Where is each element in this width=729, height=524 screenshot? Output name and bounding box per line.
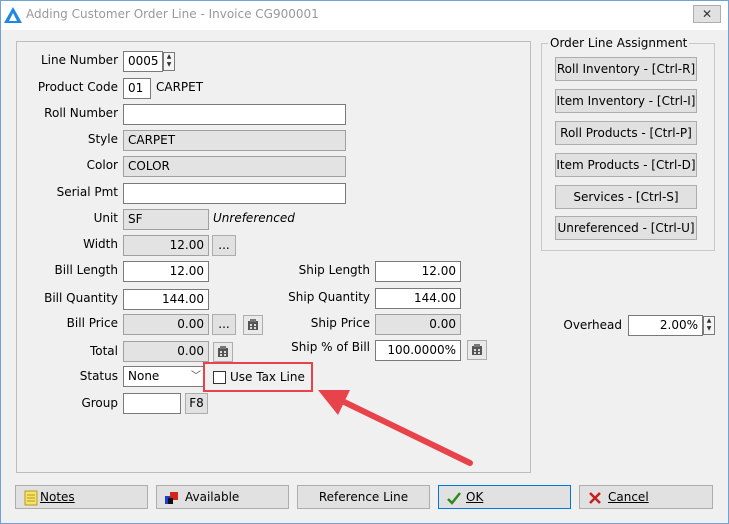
group-f8-button[interactable]: F8 [185, 393, 208, 414]
roll-number-label: Roll Number [44, 106, 118, 120]
ok-button-label: OK [466, 490, 484, 504]
ship-pct-of-bill-label: Ship % of Bill [291, 340, 370, 354]
item-products-button[interactable]: Item Products - [Ctrl-D] [555, 153, 697, 177]
notes-button[interactable]: Notes [15, 485, 148, 509]
unit-note: Unreferenced [213, 211, 295, 225]
width-lookup-button[interactable]: ... [212, 235, 236, 256]
annotation-arrow [318, 390, 473, 466]
available-button[interactable]: Available [156, 485, 289, 509]
app-logo-icon [4, 7, 22, 23]
color-label: Color [86, 158, 118, 172]
unit-field: SF [123, 209, 209, 230]
product-code-label: Product Code [37, 80, 118, 94]
ship-pct-calculator-icon[interactable] [467, 340, 487, 360]
line-number-spinner[interactable]: ▲ ▼ [163, 52, 175, 71]
overhead-field[interactable]: 2.00% [628, 315, 703, 336]
notes-button-label: Notes [40, 490, 75, 504]
ship-price-field: 0.00 [375, 314, 461, 335]
style-label: Style [87, 132, 118, 146]
bill-length-field[interactable]: 12.00 [123, 261, 209, 282]
overhead-spinner[interactable]: ▲ ▼ [703, 316, 715, 335]
status-label: Status [79, 369, 118, 383]
cancel-x-icon [589, 492, 601, 504]
unit-label: Unit [93, 211, 118, 225]
line-number-label: Line Number [40, 53, 118, 67]
note-icon [24, 490, 38, 506]
bill-price-field: 0.00 [123, 314, 209, 335]
product-code-field[interactable]: 01 [123, 78, 151, 99]
cancel-button[interactable]: Cancel [579, 485, 713, 509]
window-close-button[interactable]: ✕ [693, 5, 721, 23]
ship-price-label: Ship Price [310, 316, 370, 330]
available-button-label: Available [185, 490, 240, 504]
line-number-field[interactable]: 0005 [123, 51, 163, 72]
total-calculator-icon[interactable] [213, 342, 233, 362]
ship-quantity-label: Ship Quantity [288, 290, 370, 304]
ship-pct-of-bill-field[interactable]: 100.0000% [375, 340, 461, 361]
unreferenced-button[interactable]: Unreferenced - [Ctrl-U] [555, 216, 697, 240]
ship-length-field[interactable]: 12.00 [375, 261, 461, 282]
checkmark-icon [447, 492, 461, 505]
group-label: Group [81, 396, 118, 410]
ship-quantity-field[interactable]: 144.00 [375, 288, 461, 309]
item-inventory-button[interactable]: Item Inventory - [Ctrl-I] [555, 89, 697, 113]
bill-quantity-label: Bill Quantity [44, 291, 118, 305]
available-icon [165, 492, 178, 504]
roll-inventory-button[interactable]: Roll Inventory - [Ctrl-R] [555, 57, 697, 81]
ship-length-label: Ship Length [298, 263, 370, 277]
window-title: Adding Customer Order Line - Invoice CG9… [26, 7, 319, 21]
status-selected-value: None [128, 369, 160, 383]
overhead-label: Overhead [563, 318, 622, 332]
bill-quantity-field[interactable]: 144.00 [123, 289, 209, 310]
color-field: COLOR [123, 156, 346, 177]
bill-price-lookup-button[interactable]: ... [212, 314, 236, 335]
bill-price-label: Bill Price [66, 316, 118, 330]
cancel-button-label: Cancel [608, 490, 649, 504]
roll-products-button[interactable]: Roll Products - [Ctrl-P] [555, 121, 697, 145]
group-field[interactable] [123, 393, 181, 414]
annotation-highlight-box [203, 362, 313, 392]
total-field: 0.00 [123, 341, 209, 362]
style-field: CARPET [123, 130, 346, 151]
ok-button[interactable]: OK [438, 485, 571, 509]
bill-length-label: Bill Length [54, 263, 118, 277]
serial-pmt-label: Serial Pmt [56, 185, 118, 199]
status-select[interactable]: None ﹀ [123, 366, 205, 387]
width-label: Width [83, 237, 118, 251]
reference-line-button[interactable]: Reference Line [297, 485, 430, 509]
roll-number-field[interactable] [123, 104, 346, 125]
services-button[interactable]: Services - [Ctrl-S] [555, 185, 697, 209]
bill-price-calculator-icon[interactable] [243, 315, 263, 335]
serial-pmt-field[interactable] [123, 183, 346, 204]
total-label: Total [89, 344, 118, 358]
width-field: 12.00 [123, 235, 209, 256]
order-line-assignment-title: Order Line Assignment [548, 36, 690, 50]
chevron-down-icon: ﹀ [191, 371, 201, 382]
product-name: CARPET [156, 80, 204, 94]
